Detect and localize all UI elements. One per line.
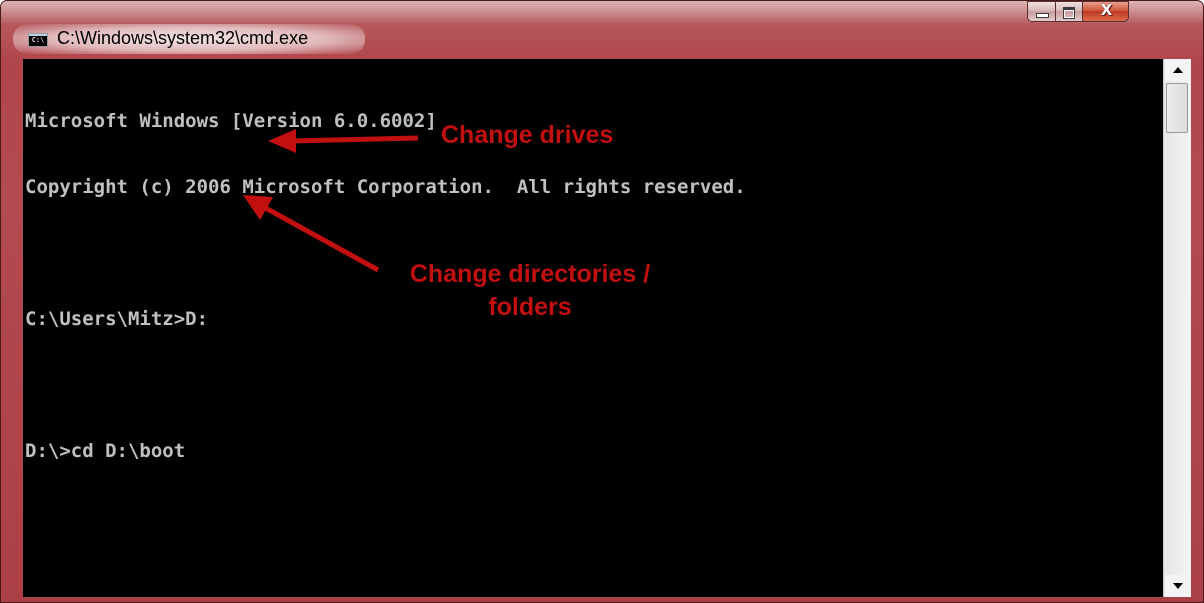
cmd-icon-glyph: C:\ [31,36,45,44]
close-button[interactable]: X [1082,1,1129,22]
annotation-change-directories: Change directories / folders [390,258,670,324]
minimize-button[interactable] [1027,1,1055,22]
scroll-thumb[interactable] [1166,83,1188,133]
console-line: D:\>cd D:\boot [25,440,186,462]
vertical-scrollbar[interactable] [1163,59,1191,597]
maximize-icon [1063,7,1075,19]
annotation-change-directories-line2: folders [488,293,572,321]
scroll-down-arrow-icon[interactable] [1165,575,1190,597]
console-line: Microsoft Windows [Version 6.0.6002] [25,110,437,132]
cmd-console-icon[interactable]: C:\ [28,33,48,47]
console-line: Copyright (c) 2006 Microsoft Corporation… [25,176,746,198]
window-controls: X [1027,1,1129,23]
title-bar-sheen [1,1,1203,23]
scroll-up-arrow-icon[interactable] [1165,59,1190,81]
annotation-change-drives: Change drives [441,121,614,149]
minimize-icon [1036,13,1049,18]
maximize-button[interactable] [1055,1,1082,22]
close-icon: X [1100,1,1113,19]
annotation-change-directories-line1: Change directories / [409,260,651,288]
window-title: C:\Windows\system32\cmd.exe [57,28,309,48]
title-bar[interactable]: C:\ C:\Windows\system32\cmd.exe X [1,1,1203,57]
